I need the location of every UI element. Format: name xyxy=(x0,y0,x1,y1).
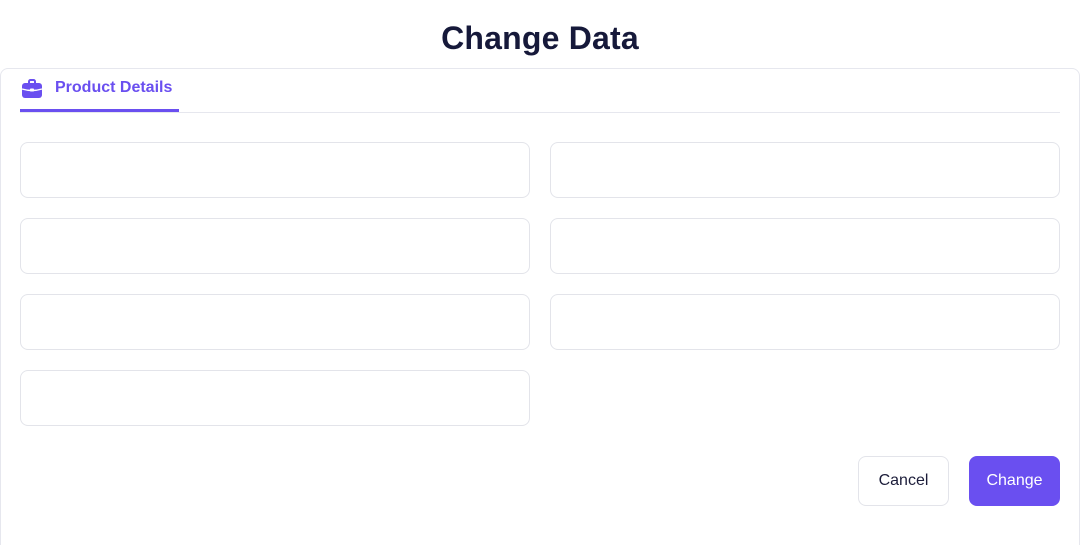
form-field-3[interactable] xyxy=(20,218,530,274)
change-button[interactable]: Change xyxy=(969,456,1060,506)
change-data-dialog: Change Data Product Details Cancel Chang… xyxy=(0,0,1080,545)
form-field-5[interactable] xyxy=(20,294,530,350)
form-field-6[interactable] xyxy=(550,294,1060,350)
tab-label: Product Details xyxy=(55,79,173,96)
page-title: Change Data xyxy=(441,20,639,56)
tab-product-details[interactable]: Product Details xyxy=(20,69,179,112)
tab-bar: Product Details xyxy=(20,69,1060,113)
form-field-1[interactable] xyxy=(20,142,530,198)
form-field-7[interactable] xyxy=(20,370,530,426)
briefcase-icon xyxy=(21,78,43,100)
form-field-2[interactable] xyxy=(550,142,1060,198)
form-field-4[interactable] xyxy=(550,218,1060,274)
cancel-button[interactable]: Cancel xyxy=(858,456,949,506)
form-card: Product Details Cancel Change xyxy=(0,68,1080,545)
